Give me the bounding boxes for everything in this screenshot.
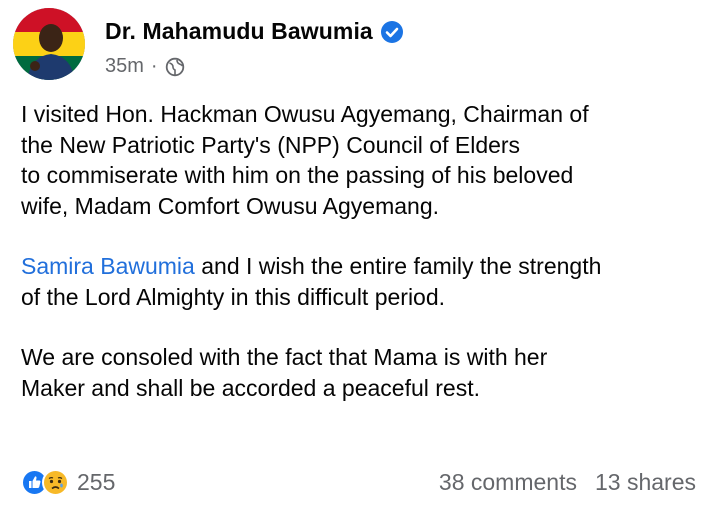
comments-count[interactable]: 38 comments bbox=[439, 469, 577, 496]
verified-badge-icon bbox=[380, 20, 403, 43]
shares-count[interactable]: 13 shares bbox=[595, 469, 696, 496]
globe-icon[interactable] bbox=[165, 57, 185, 77]
sad-icon bbox=[42, 469, 69, 496]
post-timestamp[interactable]: 35m bbox=[105, 55, 144, 78]
post-paragraph-2: Samira Bawumia and I wish the entire fam… bbox=[21, 251, 711, 312]
avatar-image bbox=[13, 8, 85, 80]
post-header: Dr. Mahamudu Bawumia 35m · bbox=[0, 0, 720, 90]
post-meta: 35m · bbox=[105, 55, 185, 78]
mention-link[interactable]: Samira Bawumia bbox=[21, 253, 195, 279]
engagement-stats: 38 comments 13 shares bbox=[421, 469, 696, 496]
author-avatar[interactable] bbox=[13, 8, 85, 80]
post-text-segment: and I wish the entire family the strengt… bbox=[194, 253, 602, 279]
post-text-line: of the Lord Almighty in this difficult p… bbox=[21, 283, 446, 310]
post-footer: 255 38 comments 13 shares bbox=[0, 460, 720, 504]
post-text-line: We are consoled with the fact that Mama … bbox=[21, 344, 548, 370]
post-text-line: Samira Bawumia and I wish the entire fam… bbox=[21, 251, 711, 282]
post-text-line: the New Patriotic Party's (NPP) Council … bbox=[21, 131, 521, 158]
reaction-count: 255 bbox=[77, 469, 116, 495]
post-text-line: wife, Madam Comfort Owusu Agyemang. bbox=[21, 192, 439, 219]
reactions-summary[interactable]: 255 bbox=[21, 469, 115, 496]
post-text-line: to commiserate with him on the passing o… bbox=[21, 162, 574, 188]
post-text-line: Maker and shall be accorded a peaceful r… bbox=[21, 374, 480, 401]
post-text-line: I visited Hon. Hackman Owusu Agyemang, C… bbox=[21, 101, 589, 127]
post-paragraph-3: We are consoled with the fact that Mama … bbox=[21, 342, 711, 403]
author-name[interactable]: Dr. Mahamudu Bawumia bbox=[105, 18, 373, 45]
author-name-row: Dr. Mahamudu Bawumia bbox=[105, 18, 403, 45]
meta-separator: · bbox=[150, 55, 158, 77]
post-paragraph-1: I visited Hon. Hackman Owusu Agyemang, C… bbox=[21, 99, 711, 221]
post-body: I visited Hon. Hackman Owusu Agyemang, C… bbox=[21, 99, 711, 433]
